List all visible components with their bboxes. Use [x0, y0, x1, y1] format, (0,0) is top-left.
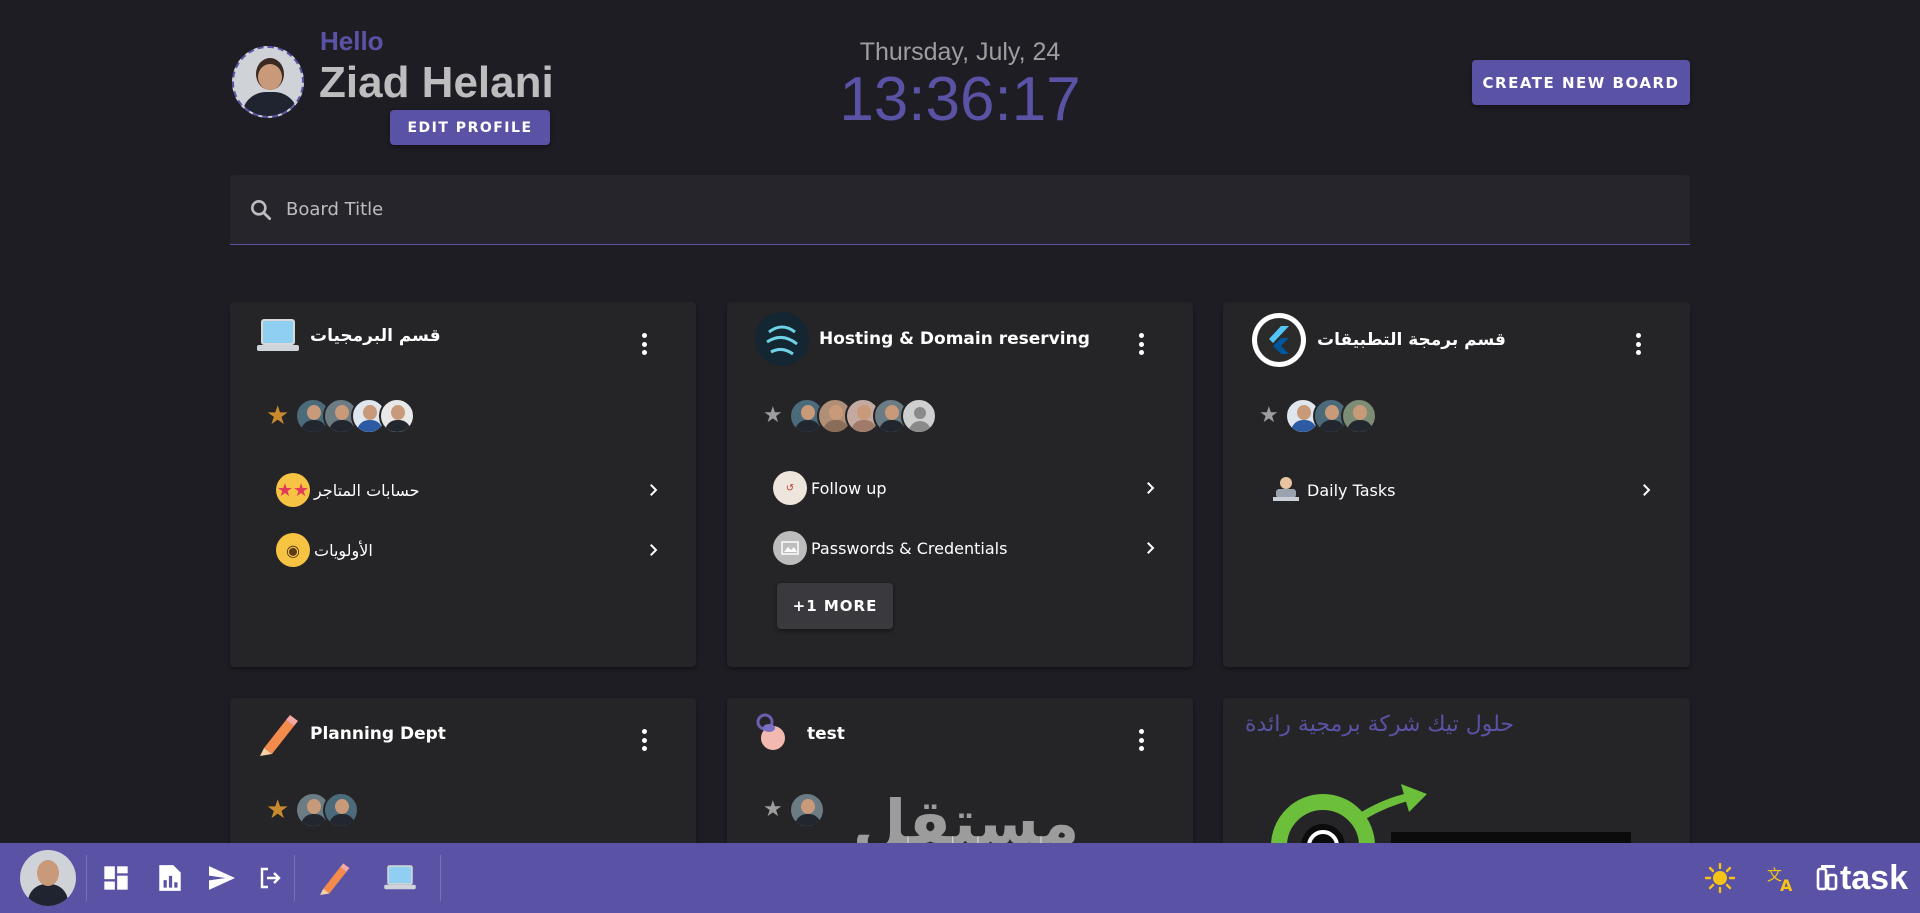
star-struck-emoji-icon: ★★ [276, 473, 310, 507]
favorite-star-icon[interactable]: ★ [763, 799, 783, 821]
user-name: Ziad Helani [319, 58, 554, 107]
board-title: Hosting & Domain reserving [819, 329, 1090, 349]
brand-logo[interactable]: task [1816, 843, 1908, 913]
chevron-right-icon [1643, 484, 1651, 496]
toolbar-user-avatar[interactable] [20, 843, 76, 913]
promo-text: حلول تيك شركة برمجية رائدة [1245, 712, 1514, 737]
board-members: ★ [763, 398, 937, 434]
board-menu-icon[interactable] [1131, 330, 1151, 358]
member-avatar[interactable] [323, 792, 360, 828]
favorite-star-icon[interactable]: ★ [763, 405, 783, 427]
current-date: Thursday, July, 24 [859, 38, 1061, 66]
translate-icon[interactable]: 文A [1762, 843, 1802, 913]
hosting-logo-icon [755, 312, 809, 366]
person-laptop-icon [1269, 473, 1303, 507]
report-icon[interactable] [152, 843, 188, 913]
create-board-button[interactable]: CREATE NEW BOARD [1472, 60, 1690, 105]
dashboard-icon[interactable] [98, 843, 134, 913]
member-avatar[interactable] [1340, 398, 1377, 434]
svg-text:A: A [1780, 876, 1793, 893]
pencil-icon[interactable] [314, 843, 354, 913]
greeting: Hello [320, 26, 384, 56]
edit-profile-button[interactable]: EDIT PROFILE [390, 110, 550, 145]
member-avatar[interactable] [379, 398, 416, 434]
list-item[interactable]: Passwords & Credentials [773, 526, 1159, 570]
follow-up-thumbnail-icon: ↺ [773, 471, 807, 505]
board-card[interactable]: قسم برمجة التطبيقات ★ Daily Tasks [1223, 302, 1690, 667]
board-title: Planning Dept [310, 724, 446, 744]
list-item[interactable]: ★★ حسابات المتاجر [276, 468, 662, 512]
logout-icon[interactable] [254, 843, 286, 913]
board-members: ★ [1259, 398, 1377, 434]
laptop-icon[interactable] [378, 843, 422, 913]
more-lists-button[interactable]: +1 MORE [777, 583, 893, 629]
chevron-right-icon [1147, 482, 1155, 494]
favorite-star-icon[interactable]: ★ [266, 403, 289, 429]
laptop-icon [257, 319, 299, 351]
favorite-star-icon[interactable]: ★ [266, 797, 289, 823]
board-menu-icon[interactable] [1628, 330, 1648, 358]
board-card[interactable]: قسم البرمجيات ★ ★★ حسابات المتاجر ◉ الأو… [230, 302, 696, 667]
board-title: test [807, 724, 845, 744]
search-icon [251, 199, 272, 220]
board-menu-icon[interactable] [634, 330, 654, 358]
member-avatar[interactable] [788, 792, 825, 828]
flutter-logo-icon [1252, 313, 1306, 367]
board-members: ★ [763, 792, 825, 828]
board-menu-icon[interactable] [1131, 726, 1151, 754]
list-item[interactable]: Daily Tasks [1269, 468, 1655, 512]
board-menu-icon[interactable] [634, 726, 654, 754]
board-title: قسم برمجة التطبيقات [1317, 330, 1506, 350]
pacifier-icon [756, 713, 785, 750]
image-placeholder-icon [773, 531, 807, 565]
chevron-right-icon [1147, 542, 1155, 554]
board-members: ★ [266, 792, 360, 828]
monocle-face-emoji-icon: ◉ [276, 533, 310, 567]
bottom-toolbar: 文A task [0, 843, 1920, 913]
member-avatar[interactable] [900, 398, 937, 434]
search-input[interactable] [286, 199, 1586, 220]
send-icon[interactable] [204, 843, 240, 913]
list-item[interactable]: ◉ الأولويات [276, 528, 662, 572]
favorite-star-icon[interactable]: ★ [1259, 405, 1279, 427]
sun-icon[interactable] [1700, 843, 1740, 913]
board-members: ★ [266, 398, 416, 434]
search-bar[interactable] [230, 175, 1690, 245]
chevron-right-icon [650, 544, 658, 556]
pencil-icon [260, 715, 298, 756]
current-time: 13:36:17 [839, 65, 1081, 134]
user-avatar[interactable] [232, 46, 304, 118]
list-item[interactable]: ↺ Follow up [773, 466, 1159, 510]
brand-mark-icon [1816, 865, 1838, 891]
board-title: قسم البرمجيات [310, 326, 441, 346]
chevron-right-icon [650, 484, 658, 496]
